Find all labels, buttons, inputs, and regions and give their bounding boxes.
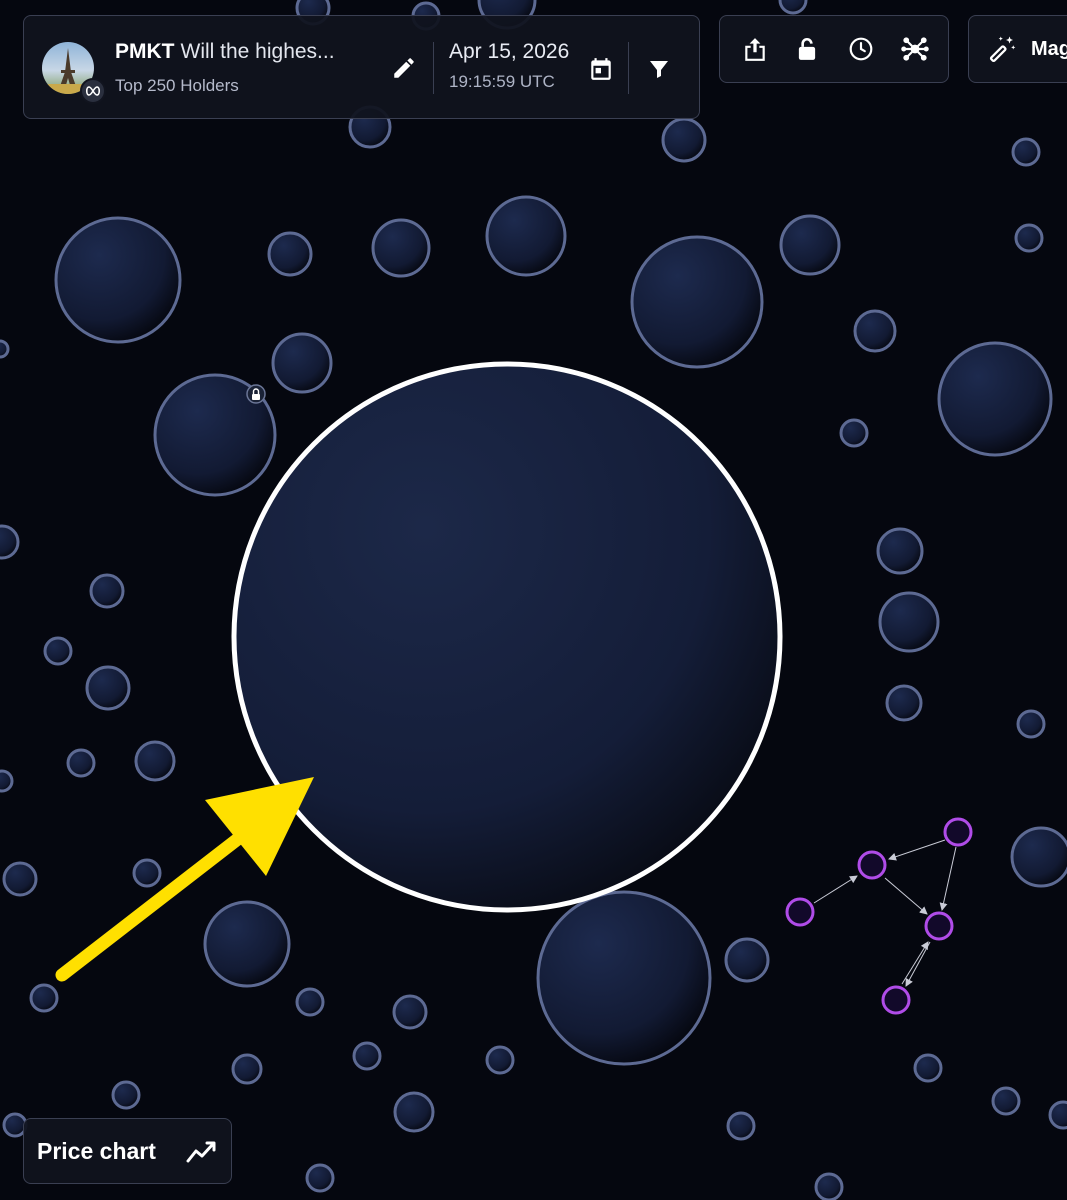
holder-bubble[interactable] <box>485 1045 515 1075</box>
holder-bubble[interactable] <box>1048 1100 1067 1130</box>
linked-wallet-node[interactable] <box>943 817 973 847</box>
token-info-panel: PMKT Will the highes... Top 250 Holders A… <box>23 15 700 119</box>
holder-bubble[interactable] <box>724 937 770 983</box>
holder-bubble[interactable] <box>132 858 162 888</box>
holder-bubble[interactable] <box>814 1172 844 1200</box>
market-title: Will the highes... <box>180 40 335 63</box>
holder-bubble[interactable] <box>392 994 428 1030</box>
holder-bubble[interactable] <box>267 231 313 277</box>
linked-wallet-node[interactable] <box>785 897 815 927</box>
holder-bubble[interactable] <box>1010 826 1067 888</box>
cluster-link <box>901 941 929 985</box>
holder-bubble[interactable] <box>29 983 59 1013</box>
linked-wallet-cluster <box>785 817 973 1015</box>
cluster-link <box>905 941 931 987</box>
holder-bubble[interactable] <box>0 769 14 793</box>
network-icon[interactable] <box>896 30 934 68</box>
holder-bubble[interactable] <box>839 418 869 448</box>
holder-bubble[interactable] <box>778 0 808 15</box>
holder-bubble[interactable] <box>0 339 10 359</box>
holder-bubble[interactable] <box>726 1111 756 1141</box>
clock-icon[interactable] <box>842 30 880 68</box>
holder-bubble[interactable] <box>295 987 325 1017</box>
holder-bubble[interactable] <box>271 332 333 394</box>
linked-wallet-node[interactable] <box>857 850 887 880</box>
divider <box>433 42 434 94</box>
snapshot-date[interactable]: Apr 15, 2026 <box>449 40 569 64</box>
cluster-link <box>888 839 946 861</box>
holder-bubble[interactable] <box>43 636 73 666</box>
selected-holder-bubble[interactable] <box>231 361 783 913</box>
holders-subtitle: Top 250 Holders <box>115 76 239 95</box>
token-symbol: PMKT <box>115 40 175 63</box>
cluster-link <box>813 875 858 904</box>
holder-bubble[interactable] <box>913 1053 943 1083</box>
linked-wallet-node[interactable] <box>881 985 911 1015</box>
trend-line-icon <box>186 1139 216 1170</box>
cluster-link <box>884 877 928 915</box>
pencil-icon[interactable] <box>386 50 422 86</box>
filter-icon[interactable] <box>640 50 678 88</box>
holder-bubble[interactable] <box>371 218 431 278</box>
holder-bubble[interactable] <box>1016 709 1046 739</box>
holder-bubble[interactable] <box>876 527 924 575</box>
linked-wallet-node[interactable] <box>924 911 954 941</box>
bubble-lock-icon <box>246 384 266 404</box>
bubble-map-canvas[interactable] <box>0 0 1067 1200</box>
magic-nodes-label[interactable]: Mag <box>1031 38 1067 61</box>
holder-bubble[interactable] <box>0 524 20 560</box>
holder-bubble[interactable] <box>661 117 707 163</box>
price-chart-button[interactable]: Price chart <box>23 1118 232 1184</box>
holder-bubble[interactable] <box>54 216 182 344</box>
holder-bubble[interactable] <box>878 591 940 653</box>
magic-nodes-panel[interactable]: Mag <box>968 15 1067 83</box>
holder-bubble[interactable] <box>111 1080 141 1110</box>
divider <box>628 42 629 94</box>
token-title: PMKT Will the highes... <box>115 40 335 64</box>
share-icon[interactable] <box>736 30 774 68</box>
calendar-icon[interactable] <box>582 50 620 88</box>
holder-bubble[interactable] <box>536 890 712 1066</box>
holder-bubble[interactable] <box>991 1086 1021 1116</box>
holder-bubble[interactable] <box>2 861 38 897</box>
unlock-icon[interactable] <box>788 30 826 68</box>
holder-bubble[interactable] <box>1011 137 1041 167</box>
holder-bubble[interactable] <box>630 235 764 369</box>
holder-bubble[interactable] <box>203 900 291 988</box>
holder-bubble[interactable] <box>885 684 923 722</box>
holder-bubble[interactable] <box>352 1041 382 1071</box>
price-chart-label: Price chart <box>37 1138 156 1164</box>
holder-bubble[interactable] <box>853 309 897 353</box>
magic-wand-icon[interactable] <box>983 30 1021 68</box>
holder-bubble[interactable] <box>485 195 567 277</box>
cluster-link <box>939 846 957 911</box>
holder-bubble[interactable] <box>231 1053 263 1085</box>
holder-bubble[interactable] <box>393 1091 435 1133</box>
holder-bubble[interactable] <box>66 748 96 778</box>
holder-bubble[interactable] <box>305 1163 335 1193</box>
snapshot-time[interactable]: 19:15:59 UTC <box>449 72 555 92</box>
infinity-chain-icon <box>80 78 106 104</box>
holder-bubble[interactable] <box>1014 223 1044 253</box>
holder-bubble[interactable] <box>134 740 176 782</box>
holder-bubble[interactable] <box>937 341 1053 457</box>
holder-bubble[interactable] <box>779 214 841 276</box>
map-toolbar <box>719 15 949 83</box>
holder-bubble[interactable] <box>89 573 125 609</box>
holder-bubble[interactable] <box>85 665 131 711</box>
